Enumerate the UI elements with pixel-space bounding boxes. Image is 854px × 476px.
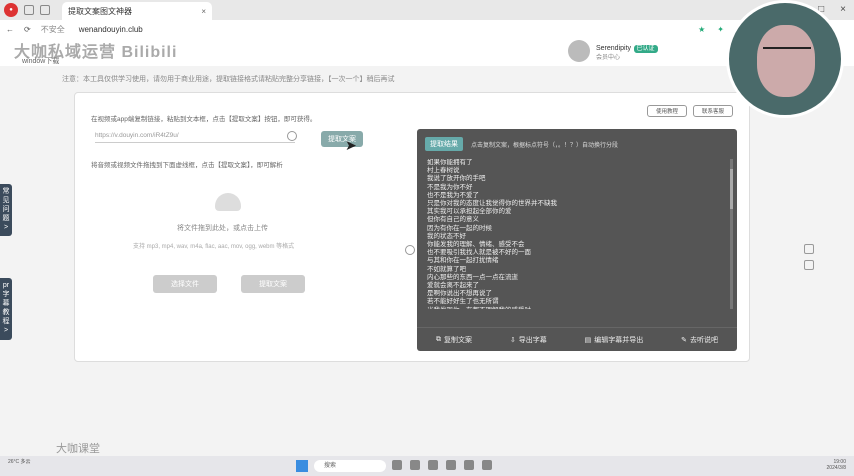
result-line: 因为有你在一起的时候 — [427, 224, 492, 232]
export-label: 导出字幕 — [518, 336, 547, 344]
result-text[interactable]: 如果你能拥有了 村上春树说 我说了放开你的手吧 不是我为你不好 也不是我为不爱了 只是你对… — [427, 159, 727, 309]
feedback-label: 去听说吧 — [690, 336, 719, 344]
url-field[interactable]: wenandouyin.club — [79, 25, 143, 34]
main-card: 在视频或app端复制链接，粘贴到文本框，点击【提取文案】按钮，即可获得。 htt… — [74, 92, 750, 362]
webcam-glasses — [763, 47, 811, 57]
result-tag[interactable]: 提取结果 — [425, 137, 463, 151]
active-browser-tab[interactable]: 提取文案图文神器 × — [62, 2, 212, 20]
site-brand-sub: window下载 — [22, 58, 60, 65]
result-tip: 点击复制文案，根据标点符号（，。！？）自动换行分段 — [471, 142, 619, 149]
video-url-input[interactable]: https://v.douyin.com/iR4tZ9u/ — [95, 129, 295, 143]
url-warning: 不安全 — [40, 24, 65, 34]
upload-cloud-icon[interactable] — [215, 193, 241, 211]
tab-list-icon[interactable] — [40, 5, 50, 15]
share-icon[interactable] — [804, 260, 814, 270]
webcam-face — [757, 25, 815, 97]
clock-date: 2024/3/8 — [826, 465, 846, 471]
divider-circle-icon — [405, 245, 415, 255]
result-panel: 提取结果 点击复制文案，根据标点符号（，。！？）自动换行分段 如果你能拥有了 村上… — [417, 129, 737, 351]
clear-icon[interactable] — [287, 131, 297, 141]
notice-text: 注意：本工具仅供学习使用，请勿用于商业用途，提取链接格式请粘贴完整分享链接，【一… — [62, 76, 395, 83]
tab-title: 提取文案图文神器 — [68, 6, 132, 16]
export-button[interactable]: ⇩ 导出字幕 — [510, 335, 547, 345]
result-line: 我说了放开你的手吧 — [427, 175, 486, 183]
result-line: 但你有自己的意义 — [427, 216, 479, 224]
tutorial-button[interactable]: 使用教程 — [647, 105, 687, 117]
feedback-button[interactable]: ✎ 去听说吧 — [681, 335, 718, 345]
support-button[interactable]: 联系客服 — [693, 105, 733, 117]
browser-logo-icon[interactable]: ● — [4, 3, 18, 17]
app-icon[interactable] — [482, 460, 492, 470]
avatar[interactable] — [568, 40, 590, 62]
extract-file-button[interactable]: 提取文案 — [241, 275, 305, 293]
close-tab-icon[interactable]: × — [201, 7, 206, 16]
taskbar-apps — [392, 460, 492, 470]
close-window-icon[interactable]: × — [840, 4, 846, 15]
select-file-button[interactable]: 选择文件 — [153, 275, 217, 293]
result-line: 你能发我的理解、情绪、感受不会 — [427, 241, 525, 249]
upload-text[interactable]: 将文件拖到此处，或点击上传 — [177, 223, 268, 233]
back-icon[interactable]: ← — [6, 25, 14, 34]
right-tools — [804, 244, 814, 270]
user-name: Serendipity — [596, 44, 632, 52]
copy-label: 复制文案 — [443, 336, 472, 344]
top-actions: 使用教程 联系客服 — [647, 105, 733, 117]
link-hint: 在视频或app端复制链接，粘贴到文本框，点击【提取文案】按钮，即可获得。 — [91, 116, 317, 123]
result-line: 只是你对我的态度让我觉得你的世界并不缺我 — [427, 200, 557, 208]
app-icon[interactable] — [392, 460, 402, 470]
app-icon[interactable] — [446, 460, 456, 470]
edit-export-button[interactable]: ▤ 编辑字幕并导出 — [585, 335, 644, 345]
app-icon[interactable] — [410, 460, 420, 470]
result-line: 如果你能拥有了 — [427, 159, 473, 166]
result-footer: ⧉ 复制文案 ⇩ 导出字幕 ▤ 编辑字幕并导出 ✎ 去听说吧 — [417, 327, 737, 351]
result-line: 若不能好好生了也无所谓 — [427, 298, 499, 306]
webcam-overlay — [726, 0, 844, 118]
faq-float[interactable]: 常见问题 > — [0, 184, 12, 236]
edit-icon: ▤ — [584, 336, 592, 344]
app-icon[interactable] — [428, 460, 438, 470]
start-icon[interactable] — [296, 460, 308, 472]
edit-export-label: 编辑字幕并导出 — [594, 336, 644, 344]
taskbar: 26°C 多云 搜索 19:00 2024/3/8 — [0, 456, 854, 476]
weather[interactable]: 26°C 多云 — [8, 459, 31, 465]
pen-icon: ✎ — [681, 336, 688, 344]
result-line: 也不是我为不爱了 — [427, 191, 479, 199]
extensions-icon[interactable]: ✦ — [717, 25, 724, 34]
user-info[interactable]: Serendipity 已认证 会员中心 — [568, 40, 658, 62]
result-line: 不是我为你不好 — [427, 183, 473, 191]
result-line: 我的状态不好 — [427, 232, 466, 240]
app-icon[interactable] — [464, 460, 474, 470]
user-sub[interactable]: 会员中心 — [596, 52, 658, 61]
upload-hint: 将音频或视频文件拖拽到下面虚线框，点击【提取文案】，即可解析 — [91, 162, 283, 169]
result-line: 内心那些的东西一点一点在流逝 — [427, 273, 518, 281]
supported-formats: 支持 mp3, mp4, wav, m4a, flac, aac, mov, o… — [133, 244, 295, 250]
taskbar-search[interactable]: 搜索 — [314, 460, 386, 472]
download-icon: ⇩ — [509, 336, 516, 344]
result-line: 当我发现你一在都不理解我的感受时 — [427, 307, 727, 309]
pr-tutorial-float[interactable]: pr字幕教程 > — [0, 278, 12, 340]
watermark: 大咖课堂 — [56, 443, 100, 455]
browser-toolbar: ★ ✦ — [698, 25, 724, 34]
favorite-icon[interactable]: ★ — [698, 25, 705, 34]
browser-tab-strip: ● 提取文案图文神器 × — □ × — [0, 0, 854, 20]
mouse-cursor-icon: ➤ — [345, 137, 357, 153]
copy-button[interactable]: ⧉ 复制文案 — [436, 335, 472, 345]
clock[interactable]: 19:00 2024/3/8 — [827, 459, 846, 471]
copy-icon: ⧉ — [435, 335, 441, 343]
result-header: 提取结果 点击复制文案，根据标点符号（，。！？）自动换行分段 — [425, 137, 618, 151]
address-bar: ← ⟳ 不安全 wenandouyin.club ★ ✦ — [0, 20, 854, 38]
result-line: 与其和你在一起打扰情绪 — [427, 257, 499, 265]
scrollbar-thumb[interactable] — [730, 169, 733, 209]
settings-icon[interactable] — [804, 244, 814, 254]
refresh-icon[interactable]: ⟳ — [24, 25, 31, 34]
result-line: 不如就算了吧 — [427, 265, 466, 273]
user-badge: 已认证 — [633, 44, 658, 53]
tab-actions-icon[interactable] — [24, 5, 34, 15]
